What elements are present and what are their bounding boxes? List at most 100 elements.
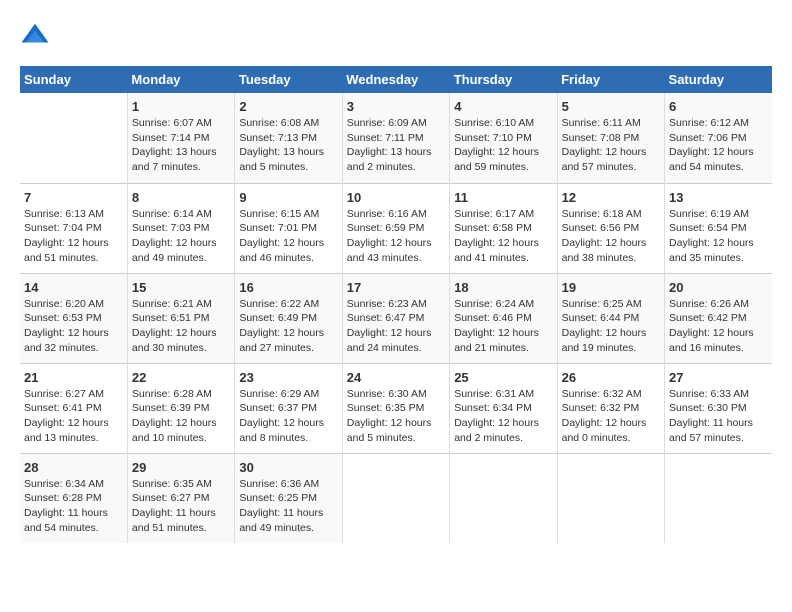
day-header-friday: Friday	[557, 66, 664, 93]
day-info: Sunrise: 6:29 AMSunset: 6:37 PMDaylight:…	[239, 387, 337, 446]
day-info: Sunrise: 6:11 AMSunset: 7:08 PMDaylight:…	[562, 116, 660, 175]
week-row-5: 28Sunrise: 6:34 AMSunset: 6:28 PMDayligh…	[20, 453, 772, 543]
calendar-cell: 25Sunrise: 6:31 AMSunset: 6:34 PMDayligh…	[450, 363, 557, 453]
calendar-cell: 12 Sunrise: 6:18 AMSunset: 6:56 PMDayligh…	[557, 183, 664, 273]
day-info: Sunrise: 6:19 AMSunset: 6:54 PMDaylight:…	[669, 207, 768, 266]
day-number: 21	[24, 370, 123, 385]
day-info: Sunrise: 6:22 AMSunset: 6:49 PMDaylight:…	[239, 297, 337, 356]
day-info: Sunrise: 6:24 AMSunset: 6:46 PMDaylight:…	[454, 297, 552, 356]
day-number: 17	[347, 280, 445, 295]
week-row-3: 14 Sunrise: 6:20 AMSunset: 6:53 PMDayligh…	[20, 273, 772, 363]
calendar-cell	[342, 453, 449, 543]
day-info: Sunrise: 6:20 AMSunset: 6:53 PMDaylight:…	[24, 297, 123, 356]
day-info: Sunrise: 6:30 AMSunset: 6:35 PMDaylight:…	[347, 387, 445, 446]
calendar-cell: 27 Sunrise: 6:33 AMSunset: 6:30 PMDayligh…	[665, 363, 772, 453]
calendar-cell: 1 Sunrise: 6:07 AMSunset: 7:14 PMDaylight…	[127, 93, 234, 183]
day-info: Sunrise: 6:34 AMSunset: 6:28 PMDaylight:…	[24, 477, 123, 536]
calendar-cell: 8 Sunrise: 6:14 AMSunset: 7:03 PMDaylight…	[127, 183, 234, 273]
day-number: 7	[24, 190, 123, 205]
day-info: Sunrise: 6:36 AMSunset: 6:25 PMDaylight:…	[239, 477, 337, 536]
day-number: 14	[24, 280, 123, 295]
week-row-1: 1 Sunrise: 6:07 AMSunset: 7:14 PMDaylight…	[20, 93, 772, 183]
day-info: Sunrise: 6:21 AMSunset: 6:51 PMDaylight:…	[132, 297, 230, 356]
calendar-cell: 13 Sunrise: 6:19 AMSunset: 6:54 PMDayligh…	[665, 183, 772, 273]
calendar-cell: 18 Sunrise: 6:24 AMSunset: 6:46 PMDayligh…	[450, 273, 557, 363]
calendar-cell	[557, 453, 664, 543]
day-info: Sunrise: 6:16 AMSunset: 6:59 PMDaylight:…	[347, 207, 445, 266]
day-number: 25	[454, 370, 552, 385]
calendar-cell: 21 Sunrise: 6:27 AMSunset: 6:41 PMDayligh…	[20, 363, 127, 453]
calendar-cell	[20, 93, 127, 183]
day-number: 12	[562, 190, 660, 205]
day-info: Sunrise: 6:08 AMSunset: 7:13 PMDaylight:…	[239, 116, 337, 175]
day-number: 8	[132, 190, 230, 205]
day-number: 20	[669, 280, 768, 295]
logo	[20, 20, 56, 50]
calendar-cell: 19 Sunrise: 6:25 AMSunset: 6:44 PMDayligh…	[557, 273, 664, 363]
day-info: Sunrise: 6:26 AMSunset: 6:42 PMDaylight:…	[669, 297, 768, 356]
calendar-cell: 22 Sunrise: 6:28 AMSunset: 6:39 PMDayligh…	[127, 363, 234, 453]
day-number: 2	[239, 99, 337, 114]
day-header-tuesday: Tuesday	[235, 66, 342, 93]
calendar-cell: 26 Sunrise: 6:32 AMSunset: 6:32 PMDayligh…	[557, 363, 664, 453]
day-number: 5	[562, 99, 660, 114]
day-number: 30	[239, 460, 337, 475]
calendar-cell: 28Sunrise: 6:34 AMSunset: 6:28 PMDayligh…	[20, 453, 127, 543]
day-info: Sunrise: 6:17 AMSunset: 6:58 PMDaylight:…	[454, 207, 552, 266]
day-number: 22	[132, 370, 230, 385]
page-header	[20, 20, 772, 50]
day-number: 27	[669, 370, 768, 385]
calendar-cell: 30 Sunrise: 6:36 AMSunset: 6:25 PMDayligh…	[235, 453, 342, 543]
day-info: Sunrise: 6:27 AMSunset: 6:41 PMDaylight:…	[24, 387, 123, 446]
calendar-cell: 15 Sunrise: 6:21 AMSunset: 6:51 PMDayligh…	[127, 273, 234, 363]
day-info: Sunrise: 6:28 AMSunset: 6:39 PMDaylight:…	[132, 387, 230, 446]
calendar-cell: 29 Sunrise: 6:35 AMSunset: 6:27 PMDayligh…	[127, 453, 234, 543]
day-number: 9	[239, 190, 337, 205]
calendar-cell: 5 Sunrise: 6:11 AMSunset: 7:08 PMDaylight…	[557, 93, 664, 183]
week-row-4: 21 Sunrise: 6:27 AMSunset: 6:41 PMDayligh…	[20, 363, 772, 453]
day-number: 29	[132, 460, 230, 475]
day-number: 13	[669, 190, 768, 205]
day-number: 10	[347, 190, 445, 205]
calendar-cell: 23 Sunrise: 6:29 AMSunset: 6:37 PMDayligh…	[235, 363, 342, 453]
day-header-row: SundayMondayTuesdayWednesdayThursdayFrid…	[20, 66, 772, 93]
day-number: 19	[562, 280, 660, 295]
calendar-cell: 3 Sunrise: 6:09 AMSunset: 7:11 PMDaylight…	[342, 93, 449, 183]
calendar-cell: 4 Sunrise: 6:10 AMSunset: 7:10 PMDaylight…	[450, 93, 557, 183]
calendar-cell: 16 Sunrise: 6:22 AMSunset: 6:49 PMDayligh…	[235, 273, 342, 363]
day-number: 15	[132, 280, 230, 295]
day-number: 16	[239, 280, 337, 295]
day-header-saturday: Saturday	[665, 66, 772, 93]
calendar-cell: 10 Sunrise: 6:16 AMSunset: 6:59 PMDayligh…	[342, 183, 449, 273]
day-number: 1	[132, 99, 230, 114]
day-info: Sunrise: 6:32 AMSunset: 6:32 PMDaylight:…	[562, 387, 660, 446]
calendar-cell: 6Sunrise: 6:12 AMSunset: 7:06 PMDaylight…	[665, 93, 772, 183]
day-info: Sunrise: 6:33 AMSunset: 6:30 PMDaylight:…	[669, 387, 768, 446]
day-header-sunday: Sunday	[20, 66, 127, 93]
day-number: 23	[239, 370, 337, 385]
day-number: 24	[347, 370, 445, 385]
day-header-thursday: Thursday	[450, 66, 557, 93]
calendar-cell	[665, 453, 772, 543]
day-info: Sunrise: 6:10 AMSunset: 7:10 PMDaylight:…	[454, 116, 552, 175]
day-number: 26	[562, 370, 660, 385]
day-info: Sunrise: 6:09 AMSunset: 7:11 PMDaylight:…	[347, 116, 445, 175]
calendar-cell: 11 Sunrise: 6:17 AMSunset: 6:58 PMDayligh…	[450, 183, 557, 273]
calendar-cell: 24 Sunrise: 6:30 AMSunset: 6:35 PMDayligh…	[342, 363, 449, 453]
day-info: Sunrise: 6:25 AMSunset: 6:44 PMDaylight:…	[562, 297, 660, 356]
logo-icon	[20, 20, 50, 50]
day-number: 3	[347, 99, 445, 114]
day-number: 11	[454, 190, 552, 205]
calendar-cell: 2 Sunrise: 6:08 AMSunset: 7:13 PMDaylight…	[235, 93, 342, 183]
day-number: 4	[454, 99, 552, 114]
calendar-table: SundayMondayTuesdayWednesdayThursdayFrid…	[20, 66, 772, 543]
day-info: Sunrise: 6:15 AMSunset: 7:01 PMDaylight:…	[239, 207, 337, 266]
day-number: 18	[454, 280, 552, 295]
day-info: Sunrise: 6:35 AMSunset: 6:27 PMDaylight:…	[132, 477, 230, 536]
day-info: Sunrise: 6:18 AMSunset: 6:56 PMDaylight:…	[562, 207, 660, 266]
calendar-cell: 14 Sunrise: 6:20 AMSunset: 6:53 PMDayligh…	[20, 273, 127, 363]
day-info: Sunrise: 6:14 AMSunset: 7:03 PMDaylight:…	[132, 207, 230, 266]
calendar-cell: 17Sunrise: 6:23 AMSunset: 6:47 PMDayligh…	[342, 273, 449, 363]
day-info: Sunrise: 6:07 AMSunset: 7:14 PMDaylight:…	[132, 116, 230, 175]
day-number: 6	[669, 99, 768, 114]
